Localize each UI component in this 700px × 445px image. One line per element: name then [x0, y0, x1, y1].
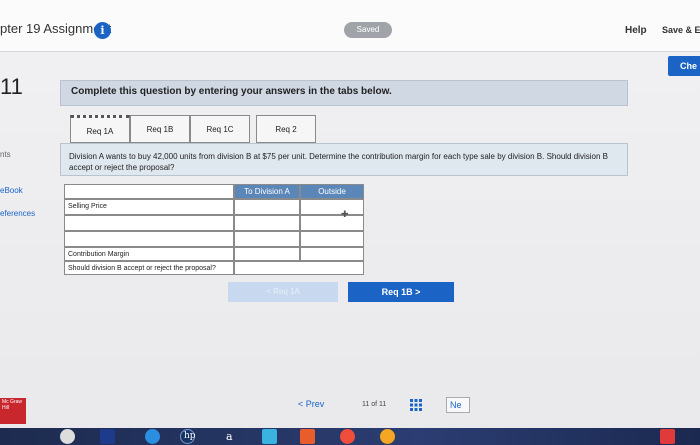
page-counter: 11 of 11: [362, 401, 387, 408]
instructions-bar: Complete this question by entering your …: [60, 80, 628, 106]
accept-reject-input[interactable]: [234, 261, 364, 275]
saved-status-badge: Saved: [344, 22, 392, 38]
selling-price-outside-input[interactable]: [300, 199, 364, 215]
row-label-3-input[interactable]: [64, 231, 234, 247]
info-icon[interactable]: i: [94, 22, 111, 39]
row-3-division-a-input[interactable]: [234, 231, 300, 247]
contribution-margin-division-a-input[interactable]: [234, 247, 300, 261]
tab-req-2[interactable]: Req 2: [256, 115, 316, 143]
question-box: Division A wants to buy 42,000 units fro…: [60, 143, 628, 176]
save-exit-button[interactable]: Save & E: [662, 25, 700, 35]
answer-table: To Division A Outside Selling Price Cont…: [64, 184, 364, 276]
next-question-button[interactable]: Ne: [446, 397, 470, 413]
prev-req-button[interactable]: < Req 1A: [228, 282, 338, 302]
contribution-margin-outside-input[interactable]: [300, 247, 364, 261]
column-header-outside: Outside: [300, 184, 364, 199]
table-header-blank: [64, 184, 234, 199]
amazon-icon[interactable]: a: [226, 430, 233, 443]
media-icon[interactable]: [300, 429, 315, 444]
tab-req-1a[interactable]: Req 1A: [70, 115, 130, 143]
selling-price-division-a-input[interactable]: [234, 199, 300, 215]
points-label: nts: [0, 150, 11, 159]
tab-req-1c[interactable]: Req 1C: [190, 115, 250, 143]
top-bar: pter 19 Assignment i Saved Help Save & E: [0, 0, 700, 52]
mcgraw-hill-logo: Mc Graw Hill: [0, 398, 26, 424]
music-icon[interactable]: [380, 429, 395, 444]
row-label-2-input[interactable]: [64, 215, 234, 231]
row-2-division-a-input[interactable]: [234, 215, 300, 231]
ebook-link[interactable]: eBook: [0, 186, 23, 195]
question-text: Division A wants to buy 42,000 units fro…: [69, 152, 608, 172]
windows-icon[interactable]: [60, 429, 75, 444]
hp-label: hp: [184, 431, 196, 441]
tray-icon[interactable]: [660, 429, 675, 444]
taskbar: hp a: [0, 428, 700, 445]
question-grid-icon[interactable]: [410, 399, 422, 411]
row-3-outside-input[interactable]: [300, 231, 364, 247]
row-label-selling-price: Selling Price: [64, 199, 234, 215]
prev-question-link[interactable]: < Prev: [298, 399, 324, 409]
references-link[interactable]: eferences: [0, 209, 35, 218]
app-icon[interactable]: [262, 429, 277, 444]
row-label-accept-or-reject: Should division B accept or reject the p…: [64, 261, 234, 275]
next-req-button[interactable]: Req 1B >: [348, 282, 454, 302]
help-button[interactable]: Help: [625, 25, 647, 36]
question-number: 11: [0, 74, 23, 99]
browser-icon[interactable]: [145, 429, 160, 444]
check-my-work-button[interactable]: Che: [668, 56, 700, 76]
cursor-plus-icon: ✚: [341, 209, 349, 219]
row-2-outside-input[interactable]: [300, 215, 364, 231]
row-label-contribution-margin: Contribution Margin: [64, 247, 234, 261]
instructions-text: Complete this question by entering your …: [71, 86, 392, 97]
column-header-to-division-a: To Division A: [234, 184, 300, 199]
chrome-icon[interactable]: [340, 429, 355, 444]
file-explorer-icon[interactable]: [100, 429, 115, 444]
tab-req-1b[interactable]: Req 1B: [130, 115, 190, 143]
